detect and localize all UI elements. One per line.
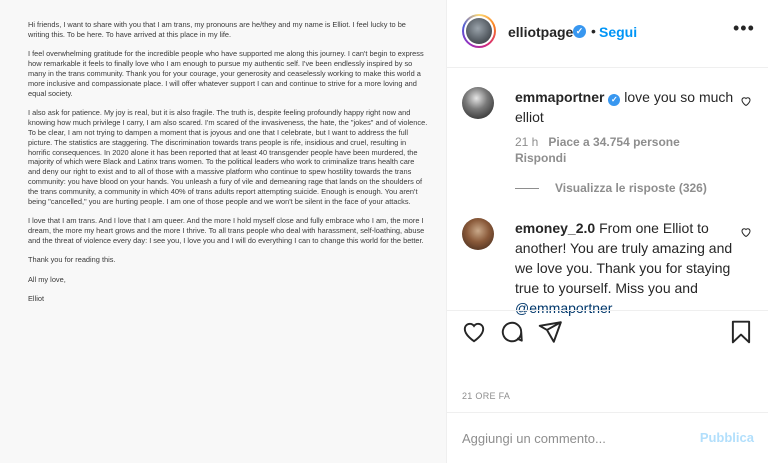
comment-like-heart-icon[interactable] bbox=[740, 226, 752, 238]
comment-avatar[interactable] bbox=[462, 87, 494, 119]
letter-signature: Elliot bbox=[28, 293, 45, 303]
letter-paragraph: All my love, bbox=[28, 274, 66, 284]
view-replies-line bbox=[515, 188, 539, 190]
bookmark-icon[interactable] bbox=[728, 319, 754, 345]
comment-body: emmaportner ✓ love you so much elliot bbox=[515, 87, 747, 127]
comment-time: 21 h bbox=[515, 135, 539, 149]
post-side-panel: elliotpage ✓ • Segui ••• emmaportner ✓ l… bbox=[447, 0, 768, 463]
letter-paragraph: I feel overwhelming gratitude for the in… bbox=[28, 49, 424, 98]
post-image[interactable]: Hi friends, I want to share with you tha… bbox=[0, 0, 447, 463]
comment-icon[interactable] bbox=[499, 319, 525, 345]
view-replies-label: Visualizza le risposte (326) bbox=[555, 181, 707, 195]
letter-paragraph: Hi friends, I want to share with you tha… bbox=[28, 20, 406, 39]
post-header: elliotpage ✓ • Segui ••• bbox=[447, 0, 768, 68]
letter-text: Hi friends, I want to share with you tha… bbox=[28, 20, 428, 313]
comment-reply-row: Rispondi bbox=[515, 150, 566, 166]
letter-paragraph: I also ask for patience. My joy is real,… bbox=[28, 107, 428, 207]
comment-username[interactable]: emoney_2.0 bbox=[515, 220, 595, 236]
header-separator: • bbox=[591, 23, 596, 39]
post-timestamp[interactable]: 21 ORE FA bbox=[462, 391, 510, 401]
comment-item: emmaportner ✓ love you so much elliot 21… bbox=[462, 87, 752, 197]
heart-icon[interactable] bbox=[461, 319, 487, 345]
letter-paragraph: Thank you for reading this. bbox=[28, 255, 116, 265]
comment-item: emoney_2.0 From one Elliot to another! Y… bbox=[462, 218, 752, 316]
action-bar bbox=[447, 310, 768, 350]
share-icon[interactable] bbox=[537, 319, 563, 345]
publish-button[interactable]: Pubblica bbox=[700, 430, 754, 445]
author-username[interactable]: elliotpage bbox=[508, 24, 573, 40]
comment-like-heart-icon[interactable] bbox=[740, 95, 752, 107]
letter-paragraph: I love that I am trans. And I love that … bbox=[28, 216, 425, 246]
author-avatar[interactable] bbox=[462, 14, 496, 48]
follow-button[interactable]: Segui bbox=[599, 24, 637, 40]
add-comment-bar: Pubblica bbox=[447, 412, 768, 463]
verified-badge-icon: ✓ bbox=[573, 25, 586, 38]
reply-button[interactable]: Rispondi bbox=[515, 151, 566, 165]
avatar-image bbox=[466, 18, 492, 44]
comment-username[interactable]: emmaportner bbox=[515, 89, 604, 105]
add-comment-input[interactable] bbox=[462, 426, 672, 450]
comment-likes[interactable]: Piace a 34.754 persone bbox=[548, 135, 679, 149]
comment-body: emoney_2.0 From one Elliot to another! Y… bbox=[515, 218, 747, 318]
view-replies-button[interactable]: Visualizza le risposte (326) bbox=[515, 181, 707, 195]
comment-avatar[interactable] bbox=[462, 218, 494, 250]
more-options-icon[interactable]: ••• bbox=[733, 18, 755, 39]
verified-badge-icon: ✓ bbox=[608, 94, 621, 106]
comment-meta: 21 h Piace a 34.754 persone bbox=[515, 134, 680, 150]
